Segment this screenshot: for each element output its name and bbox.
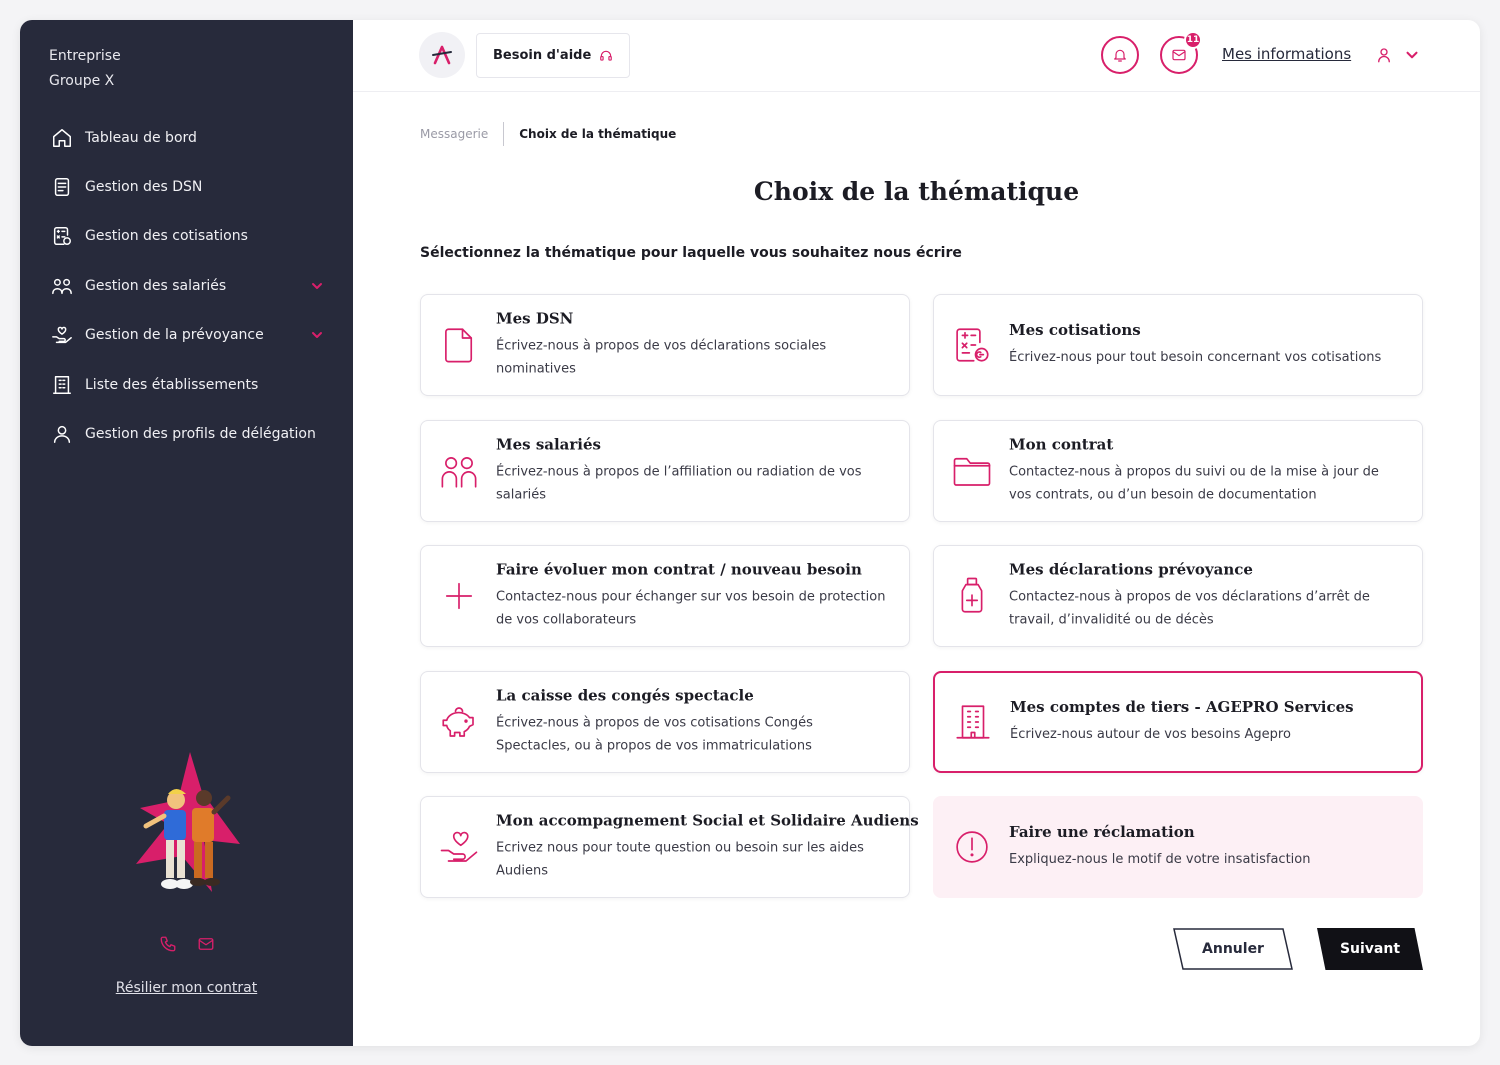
sidebar-item-cotisations[interactable]: Gestion des cotisations	[20, 212, 353, 261]
sidebar-item-etablissements[interactable]: Liste des établissements	[20, 360, 353, 409]
breadcrumb-messagerie[interactable]: Messagerie	[420, 127, 488, 141]
topic-card-salaries[interactable]: Mes salariés Écrivez-nous à propos de l’…	[420, 420, 910, 522]
sidebar-item-salaries[interactable]: Gestion des salariés	[20, 261, 353, 310]
card-title: Mes DSN	[496, 309, 574, 328]
medicine-bottle-icon	[948, 572, 996, 620]
sidebar-item-prevoyance[interactable]: Gestion de la prévoyance	[20, 311, 353, 360]
breadcrumb-divider	[503, 122, 505, 146]
plus-icon	[435, 572, 483, 620]
topic-card-cotisations[interactable]: Mes cotisations Écrivez-nous pour tout b…	[933, 294, 1423, 396]
chevron-down-icon[interactable]	[309, 327, 325, 343]
breadcrumb-current: Choix de la thématique	[519, 127, 677, 141]
card-description: Contactez-nous à propos du suivi ou de l…	[1009, 464, 1379, 503]
message-count-badge: 11	[1184, 31, 1202, 49]
user-icon	[50, 422, 74, 446]
chevron-down-icon[interactable]	[309, 278, 325, 294]
building-icon	[949, 698, 997, 746]
file-icon	[435, 321, 483, 369]
messages-button[interactable]: 11	[1160, 31, 1202, 74]
calculator-document-icon	[50, 224, 74, 248]
phone-icon[interactable]	[157, 933, 179, 955]
resilier-contract-link[interactable]: Résilier mon contrat	[20, 980, 353, 996]
topic-card-dsn[interactable]: Mes DSN Écrivez-nous à propos de vos déc…	[420, 294, 910, 396]
sidebar-item-dashboard[interactable]: Tableau de bord	[20, 113, 353, 162]
people-icon	[435, 447, 483, 495]
page-title: Choix de la thématique	[753, 177, 1080, 206]
home-icon	[50, 126, 74, 150]
page-subtitle: Sélectionnez la thématique pour laquelle…	[420, 245, 962, 261]
sidebar-item-dsn[interactable]: Gestion des DSN	[20, 162, 353, 211]
card-description: Expliquez-nous le motif de votre insatis…	[1009, 852, 1311, 867]
app-window: Entreprise Groupe X Tableau de bord Gest…	[20, 20, 1480, 1046]
topic-card-declarations-prevoyance[interactable]: Mes déclarations prévoyance Contactez-no…	[933, 545, 1423, 647]
topic-card-accompagnement-social[interactable]: Mon accompagnement Social et Solidaire A…	[420, 796, 919, 898]
card-title: Mes cotisations	[1009, 321, 1141, 339]
user-icon[interactable]	[1373, 44, 1395, 66]
card-title: Mes déclarations prévoyance	[1009, 560, 1253, 579]
document-icon	[50, 175, 74, 199]
card-description: Écrivez-nous pour tout besoin concernant…	[1009, 350, 1382, 365]
mascot-illustration	[132, 752, 244, 904]
mail-icon[interactable]	[195, 933, 217, 955]
organization-name: Entreprise Groupe X	[49, 48, 121, 89]
folder-icon	[948, 447, 996, 495]
sidebar: Entreprise Groupe X Tableau de bord Gest…	[20, 20, 353, 1046]
headset-icon	[599, 49, 613, 63]
card-title: Mes comptes de tiers - AGEPRO Services	[1010, 698, 1354, 716]
brand-logo[interactable]	[419, 32, 465, 78]
bell-icon	[1112, 47, 1128, 63]
hand-heart-icon	[50, 323, 74, 347]
card-description: Écrivez-nous autour de vos besoins Agepr…	[1010, 727, 1291, 742]
card-title: Faire évoluer mon contrat / nouveau beso…	[496, 560, 862, 579]
card-title: Mon contrat	[1009, 435, 1114, 454]
card-description: Écrivez-nous à propos de vos cotisations…	[496, 715, 813, 754]
topic-card-agepro[interactable]: Mes comptes de tiers - AGEPRO Services É…	[933, 671, 1423, 773]
piggy-bank-icon	[435, 698, 483, 746]
card-description: Écrivez-nous à propos de vos déclaration…	[496, 338, 827, 377]
sidebar-nav: Tableau de bord Gestion des DSN Gestion …	[20, 113, 353, 459]
hand-heart-icon	[435, 823, 483, 871]
card-title: Faire une réclamation	[1009, 823, 1195, 841]
calculator-document-icon	[948, 321, 996, 369]
top-header: Besoin d'aide 11 Mes informations	[353, 20, 1480, 92]
card-title: Mon accompagnement Social et Solidaire A…	[496, 811, 919, 830]
cancel-button[interactable]: Annuler	[1173, 928, 1293, 970]
notification-button[interactable]	[1101, 36, 1139, 74]
topic-card-reclamation[interactable]: Faire une réclamation Expliquez-nous le …	[933, 796, 1423, 898]
people-icon	[50, 274, 74, 298]
help-button[interactable]: Besoin d'aide	[476, 33, 631, 78]
next-button[interactable]: Suivant	[1317, 928, 1423, 970]
topic-card-evolution-contrat[interactable]: Faire évoluer mon contrat / nouveau beso…	[420, 545, 910, 647]
mail-icon	[1171, 47, 1187, 63]
sidebar-item-delegation[interactable]: Gestion des profils de délégation	[20, 409, 353, 458]
sidebar-contact	[157, 933, 217, 955]
breadcrumb: Messagerie Choix de la thématique	[420, 122, 676, 146]
card-description: Écrivez-nous à propos de l’affiliation o…	[496, 464, 862, 503]
card-description: Contactez-nous à propos de vos déclarati…	[1009, 589, 1370, 628]
chevron-down-icon[interactable]	[1403, 46, 1421, 64]
topic-card-contrat[interactable]: Mon contrat Contactez-nous à propos du s…	[933, 420, 1423, 522]
topic-card-conges-spectacle[interactable]: La caisse des congés spectacle Écrivez-n…	[420, 671, 910, 773]
card-description: Ecrivez nous pour toute question ou beso…	[496, 840, 864, 879]
card-title: Mes salariés	[496, 435, 601, 454]
building-icon	[50, 373, 74, 397]
mes-informations-link[interactable]: Mes informations	[1222, 45, 1351, 63]
alert-circle-icon	[948, 823, 996, 871]
card-description: Contactez-nous pour échanger sur vos bes…	[496, 589, 886, 628]
card-title: La caisse des congés spectacle	[496, 686, 754, 705]
